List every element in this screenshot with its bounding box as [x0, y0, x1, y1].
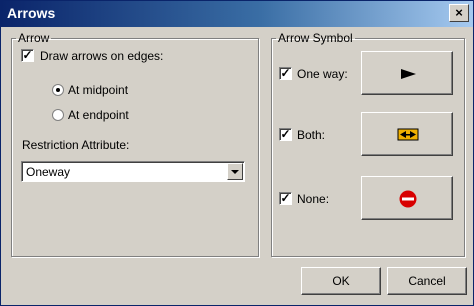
double-arrow-icon — [397, 128, 419, 141]
both-checkbox[interactable]: ✓ — [279, 128, 292, 141]
close-button[interactable]: × — [449, 4, 469, 22]
restriction-attribute-value: Oneway — [26, 165, 71, 179]
at-midpoint-radio[interactable] — [52, 84, 64, 96]
draw-arrows-label[interactable]: Draw arrows on edges: — [40, 49, 163, 63]
at-midpoint-label[interactable]: At midpoint — [68, 83, 128, 97]
one-way-checkbox[interactable]: ✓ — [279, 67, 292, 80]
arrow-right-icon — [401, 69, 416, 79]
close-icon: × — [455, 5, 463, 20]
arrows-dialog: Arrows × Arrow ✓ Draw arrows on edges: A… — [0, 0, 474, 306]
dialog-content: Arrow ✓ Draw arrows on edges: At midpoin… — [1, 27, 473, 305]
both-symbol-button[interactable] — [361, 112, 453, 156]
draw-arrows-checkbox[interactable]: ✓ — [21, 49, 34, 62]
none-checkbox[interactable]: ✓ — [279, 192, 292, 205]
window-title: Arrows — [7, 5, 56, 21]
none-symbol-button[interactable] — [361, 176, 453, 220]
arrow-group-legend: Arrow — [18, 31, 50, 45]
ok-button-label: OK — [332, 274, 350, 288]
both-label[interactable]: Both: — [297, 128, 325, 142]
cancel-button-label: Cancel — [408, 274, 446, 288]
chevron-down-icon[interactable] — [227, 163, 243, 180]
cancel-button[interactable]: Cancel — [387, 267, 467, 295]
title-bar[interactable]: Arrows × — [1, 1, 473, 27]
restriction-attribute-label: Restriction Attribute: — [22, 138, 130, 152]
one-way-label[interactable]: One way: — [297, 67, 348, 81]
one-way-symbol-button[interactable] — [361, 51, 453, 95]
arrow-symbol-group-legend: Arrow Symbol — [278, 31, 353, 45]
none-label[interactable]: None: — [297, 192, 329, 206]
ok-button[interactable]: OK — [301, 267, 381, 295]
no-entry-icon — [399, 190, 417, 208]
at-endpoint-radio[interactable] — [52, 109, 64, 121]
at-endpoint-label[interactable]: At endpoint — [68, 108, 129, 122]
restriction-attribute-select[interactable]: Oneway — [21, 161, 245, 182]
